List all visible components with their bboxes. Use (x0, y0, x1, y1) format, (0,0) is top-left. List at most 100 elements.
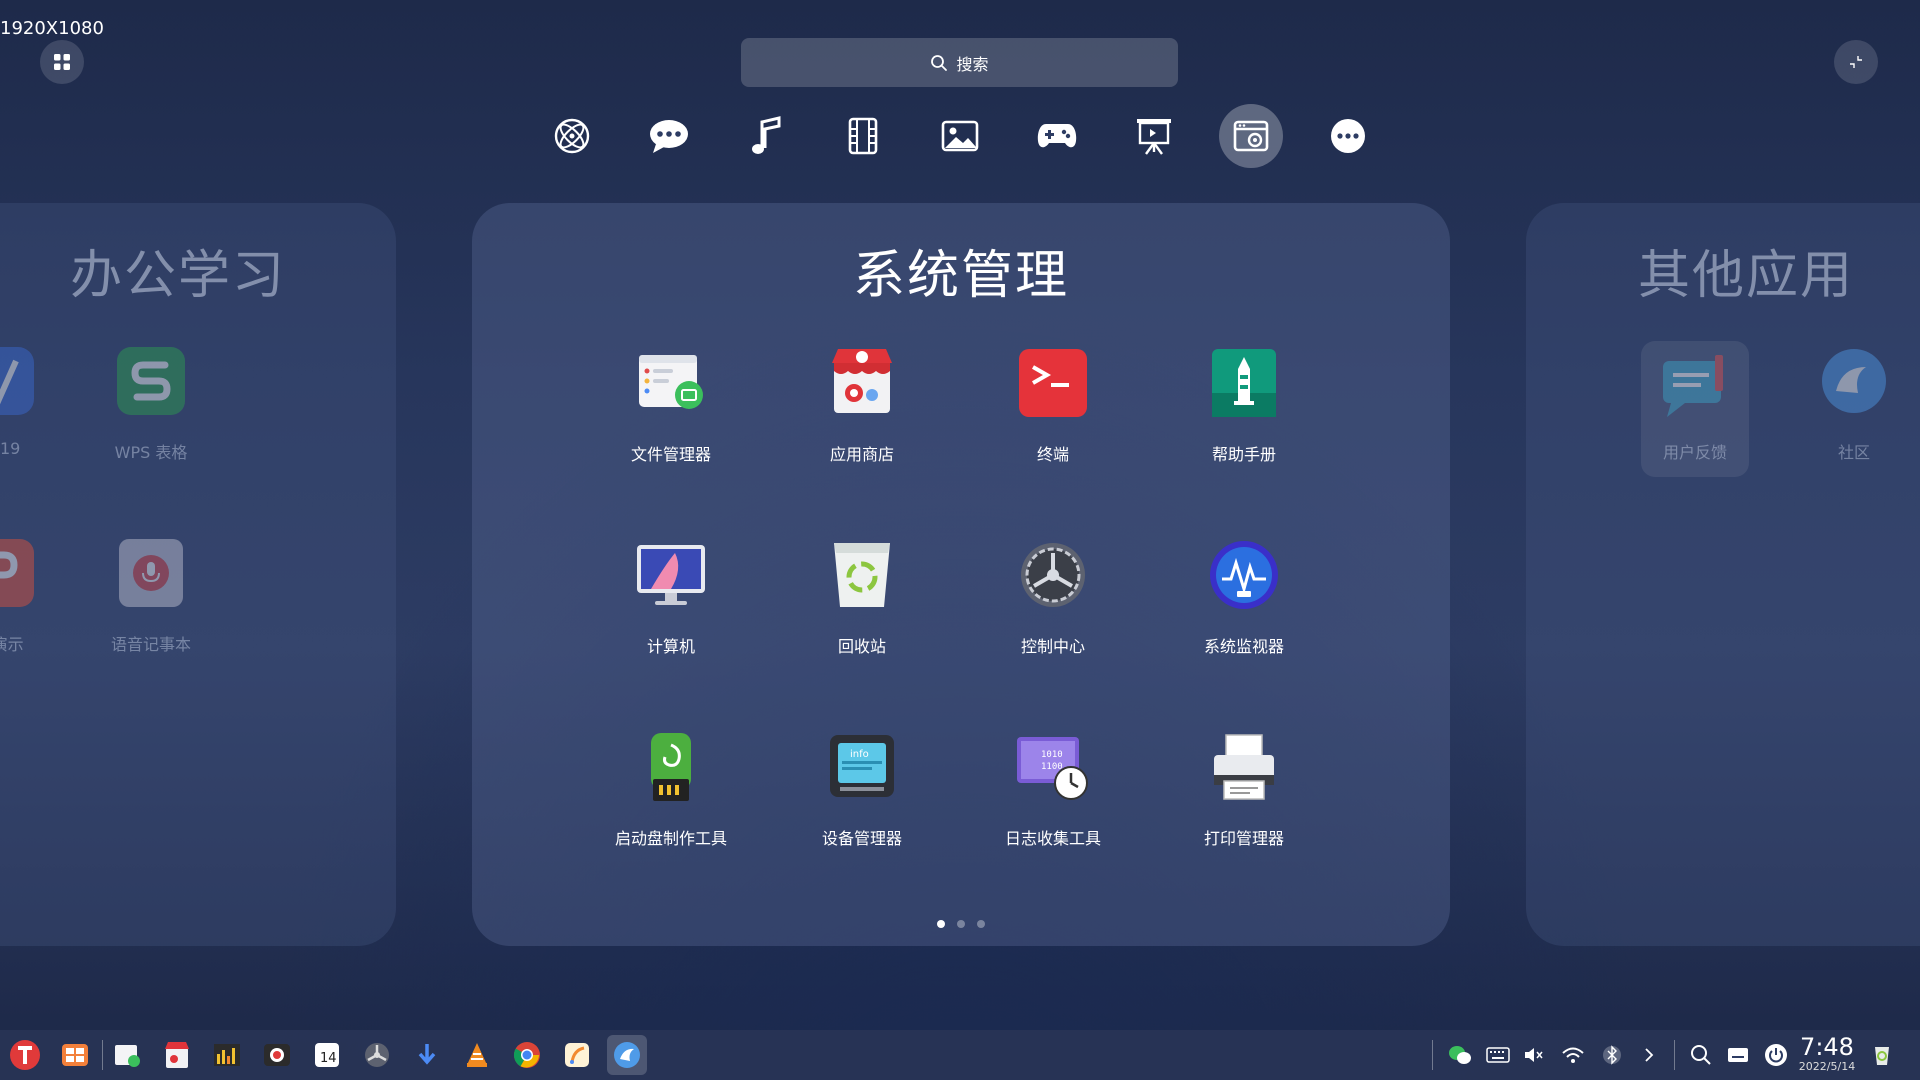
exit-fullscreen-button[interactable] (1834, 40, 1878, 84)
taskbar-downloader[interactable] (407, 1035, 447, 1075)
wifi-icon (1562, 1047, 1584, 1063)
app-log-collector[interactable]: 1010 1100 日志收集工具 (968, 727, 1138, 867)
presentation-icon (1137, 119, 1171, 155)
taskbar-vlc[interactable] (457, 1035, 497, 1075)
svg-text:info: info (850, 749, 869, 760)
tray-onscreen-keyboard[interactable] (1722, 1039, 1754, 1071)
control-center-icon (365, 1043, 389, 1067)
tray-keyboard[interactable] (1482, 1039, 1514, 1071)
category-chat[interactable] (637, 104, 701, 168)
app-community[interactable]: 社区 (1804, 341, 1904, 481)
app-label: 文件管理器 (630, 445, 711, 464)
app-help-manual[interactable]: 帮助手册 (1159, 343, 1329, 483)
svg-text:1100: 1100 (1041, 762, 1063, 772)
tray-search[interactable] (1685, 1039, 1717, 1071)
tray-wechat[interactable] (1444, 1039, 1476, 1071)
app-boot-maker[interactable]: 启动盘制作工具 (586, 727, 756, 867)
app-app-store[interactable]: 应用商店 (777, 343, 947, 483)
app-trash[interactable]: 回收站 (777, 535, 947, 675)
app-label: 社区 (1837, 443, 1870, 462)
app-system-monitor[interactable]: 系统监视器 (1159, 535, 1329, 675)
tray-expand[interactable] (1633, 1039, 1665, 1071)
file-manager-icon (639, 355, 703, 409)
app-device-manager[interactable]: info 设备管理器 (777, 727, 947, 867)
tray-wifi[interactable] (1557, 1039, 1589, 1071)
page-dot[interactable] (957, 920, 965, 928)
printer-icon (1214, 734, 1274, 800)
voice-notes-icon (119, 539, 183, 607)
tray-separator (1674, 1040, 1675, 1070)
taskbar-system-monitor[interactable] (207, 1035, 247, 1075)
category-bar (540, 104, 1380, 168)
category-music[interactable] (734, 104, 798, 168)
tray-volume[interactable] (1518, 1039, 1550, 1071)
app-label: 语音记事本 (110, 635, 191, 654)
category-system[interactable] (1219, 104, 1283, 168)
category-image[interactable] (928, 104, 992, 168)
taskbar-clock[interactable]: 7:48 2022/5/14 (1782, 1034, 1872, 1073)
app-label: 启动盘制作工具 (614, 829, 727, 848)
taskbar-app-store[interactable] (157, 1035, 197, 1075)
taskbar-calendar[interactable]: 14 (307, 1035, 347, 1075)
category-all[interactable] (540, 104, 604, 168)
wechat-icon (1449, 1046, 1471, 1064)
tray-trash[interactable] (1866, 1039, 1898, 1071)
taskbar: 14 7:48 2022/5/14 (0, 1030, 1920, 1080)
app-computer[interactable]: 计算机 (586, 535, 756, 675)
app-user-feedback[interactable]: 用户反馈 (1641, 341, 1749, 477)
taskbar-separator (102, 1040, 103, 1070)
trash-icon (1875, 1047, 1889, 1065)
svg-text:14: 14 (320, 1051, 337, 1066)
category-presentation[interactable] (1122, 104, 1186, 168)
community-icon (1822, 349, 1886, 413)
terminal-icon (1019, 349, 1087, 417)
category-more[interactable] (1316, 104, 1380, 168)
bluetooth-icon (1603, 1045, 1621, 1065)
page-dot[interactable] (937, 920, 945, 928)
draw-icon (565, 1043, 589, 1067)
taskbar-launcher[interactable] (5, 1035, 45, 1075)
page-indicator (937, 920, 985, 928)
app-label: 日志收集工具 (1004, 829, 1101, 848)
launcher-icon (10, 1040, 40, 1070)
category-game[interactable] (1025, 104, 1089, 168)
app-terminal[interactable]: 终端 (968, 343, 1138, 483)
app-label: 回收站 (837, 637, 886, 656)
app-store-icon (165, 1042, 189, 1068)
keyboard-icon (1486, 1047, 1510, 1063)
taskbar-control-center[interactable] (357, 1035, 397, 1075)
boot-maker-icon (651, 733, 691, 801)
multitask-icon (62, 1044, 88, 1066)
category-video[interactable] (831, 104, 895, 168)
taskbar-draw[interactable] (557, 1035, 597, 1075)
panel-title: 其他应用 (1637, 246, 1854, 306)
app-label: 控制中心 (1020, 637, 1085, 656)
app-label: 计算机 (646, 637, 695, 656)
download-icon (418, 1044, 436, 1065)
app-label: 系统监视器 (1203, 637, 1284, 656)
page-dot[interactable] (977, 920, 985, 928)
clock-date: 2022/5/14 (1798, 1060, 1856, 1073)
search-input[interactable]: 搜索 (741, 38, 1178, 87)
panel-system-management: 系统管理 文件管理器 应用商店 终端 帮助手册 计算机 回收站 控制中心 系统监… (472, 203, 1450, 946)
tray-bluetooth[interactable] (1596, 1039, 1628, 1071)
app-store-icon (832, 349, 892, 413)
taskbar-file-manager[interactable] (107, 1035, 147, 1075)
search-icon (1691, 1045, 1711, 1065)
app-wps-sheets[interactable]: WPS 表格 (66, 341, 236, 481)
app-voice-notes[interactable]: 语音记事本 (66, 533, 236, 673)
app-label: 终端 (1036, 445, 1069, 464)
app-control-center[interactable]: 控制中心 (968, 535, 1138, 675)
taskbar-chrome[interactable] (507, 1035, 547, 1075)
chat-icon (650, 120, 688, 153)
taskbar-multitask-view[interactable] (55, 1035, 95, 1075)
app-print-manager[interactable]: 打印管理器 (1159, 727, 1329, 867)
launcher-mode-button[interactable] (40, 40, 84, 84)
app-file-manager[interactable]: 文件管理器 (586, 343, 756, 483)
video-icon (848, 117, 878, 155)
chrome-icon (513, 1042, 540, 1068)
onscreen-keyboard-icon (1728, 1048, 1748, 1062)
taskbar-browser[interactable] (607, 1035, 647, 1075)
taskbar-camera[interactable] (257, 1035, 297, 1075)
all-apps-icon (554, 118, 590, 154)
